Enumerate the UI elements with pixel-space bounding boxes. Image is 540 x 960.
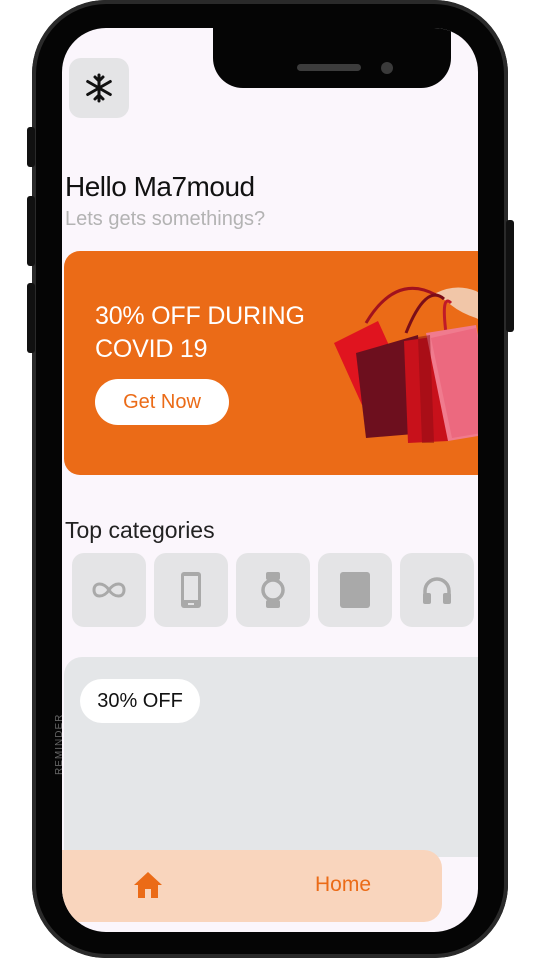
greeting-title: Hello Ma7moud (65, 171, 255, 202)
shopping-bags-image (334, 286, 478, 443)
category-headphones[interactable] (400, 553, 474, 627)
watch-icon (261, 572, 285, 608)
power-button (506, 220, 514, 332)
category-watches[interactable] (236, 553, 310, 627)
offer-badge: 30% OFF (80, 679, 200, 723)
tablet-icon (340, 572, 370, 608)
camera (381, 62, 393, 74)
app-screen: Hello Ma7moud Lets gets somethings? 30% … (62, 28, 478, 932)
menu-button[interactable] (69, 58, 129, 118)
promo-title: 30% OFF DURING COVID 19 (95, 302, 305, 363)
get-now-button[interactable]: Get Now (95, 379, 229, 425)
category-all[interactable] (72, 553, 146, 627)
home-icon[interactable] (132, 870, 164, 900)
offer-card[interactable]: 30% OFF (64, 657, 478, 857)
volume-up-button (27, 196, 35, 266)
categories-title: Top categories (65, 517, 215, 543)
speaker (297, 64, 361, 71)
categories-row (72, 553, 474, 627)
headphones-icon (423, 577, 451, 604)
nav-home-label[interactable]: Home (315, 873, 371, 897)
snowflake-icon (86, 73, 112, 103)
category-tablets[interactable] (318, 553, 392, 627)
notch (213, 28, 451, 88)
phone-icon (181, 572, 201, 608)
bottom-nav: Home (62, 850, 442, 922)
greeting-subtitle: Lets gets somethings? (65, 208, 266, 230)
mute-switch (27, 127, 35, 167)
volume-down-button (27, 283, 35, 353)
reminder-side-label: REMINDER (54, 713, 65, 775)
category-phones[interactable] (154, 553, 228, 627)
promo-banner[interactable]: 30% OFF DURING COVID 19 Get Now (64, 251, 478, 475)
infinity-icon (92, 582, 126, 598)
